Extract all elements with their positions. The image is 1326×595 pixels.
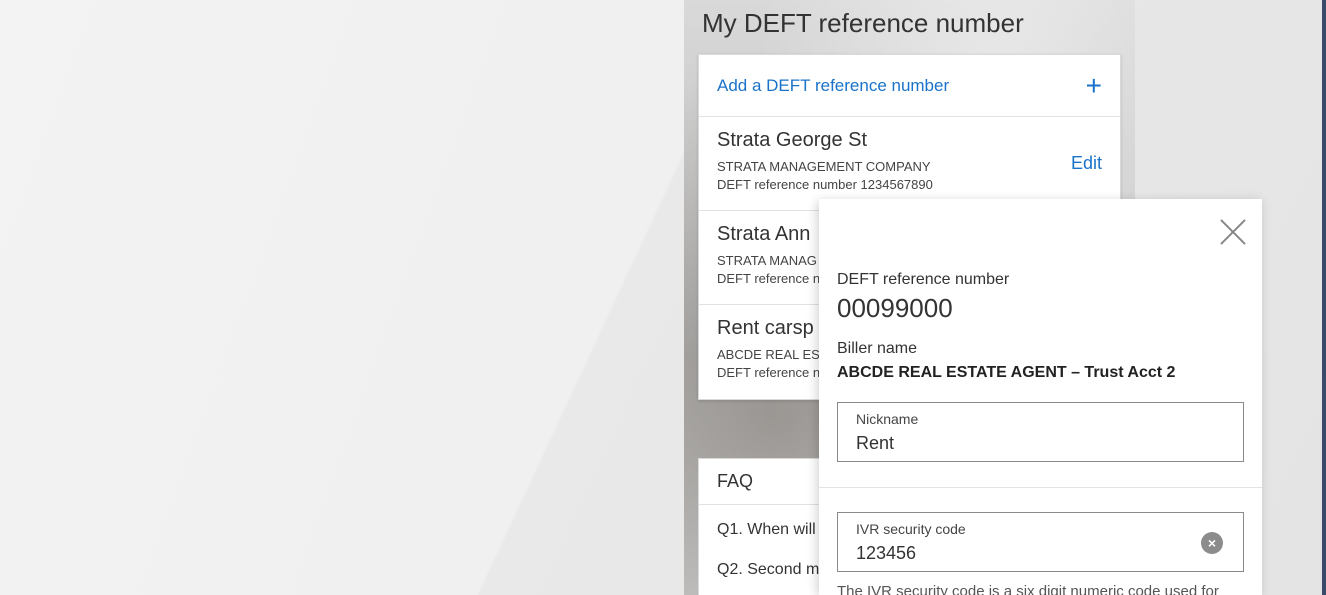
divider — [819, 487, 1262, 488]
entry-biller: STRATA MANAGEMENT COMPANY — [717, 159, 931, 174]
nickname-label: Nickname — [856, 411, 919, 427]
ivr-value[interactable]: 123456 — [856, 543, 916, 564]
ivr-label: IVR security code — [856, 521, 966, 537]
list-item[interactable]: Strata George St STRATA MANAGEMENT COMPA… — [699, 117, 1120, 211]
edit-reference-dialog: DEFT reference number 00099000 Biller na… — [819, 199, 1262, 595]
edit-button[interactable]: Edit — [1071, 153, 1102, 174]
add-reference-button[interactable]: Add a DEFT reference number + — [699, 55, 1120, 117]
page-title: My DEFT reference number — [702, 8, 1024, 38]
add-reference-label: Add a DEFT reference number — [717, 75, 950, 95]
nickname-field[interactable]: Nickname Rent — [837, 402, 1244, 462]
close-icon[interactable] — [1220, 219, 1246, 245]
plus-icon: + — [1085, 69, 1102, 101]
biller-name-label: Biller name — [837, 340, 918, 357]
biller-name-value: ABCDE REAL ESTATE AGENT – Trust Acct 2 — [837, 364, 1176, 381]
entry-reference: DEFT reference number 1234567890 — [717, 177, 933, 192]
reference-number-value: 00099000 — [837, 293, 953, 323]
reference-number-label: DEFT reference number — [837, 271, 1010, 288]
nickname-value[interactable]: Rent — [856, 433, 894, 454]
clear-icon[interactable]: × — [1201, 532, 1223, 554]
window-edge — [1322, 0, 1326, 595]
ivr-security-code-field[interactable]: IVR security code 123456 × — [837, 512, 1244, 572]
ivr-help-text: The IVR security code is a six digit num… — [837, 583, 1219, 595]
entry-name: Strata George St — [717, 129, 868, 151]
